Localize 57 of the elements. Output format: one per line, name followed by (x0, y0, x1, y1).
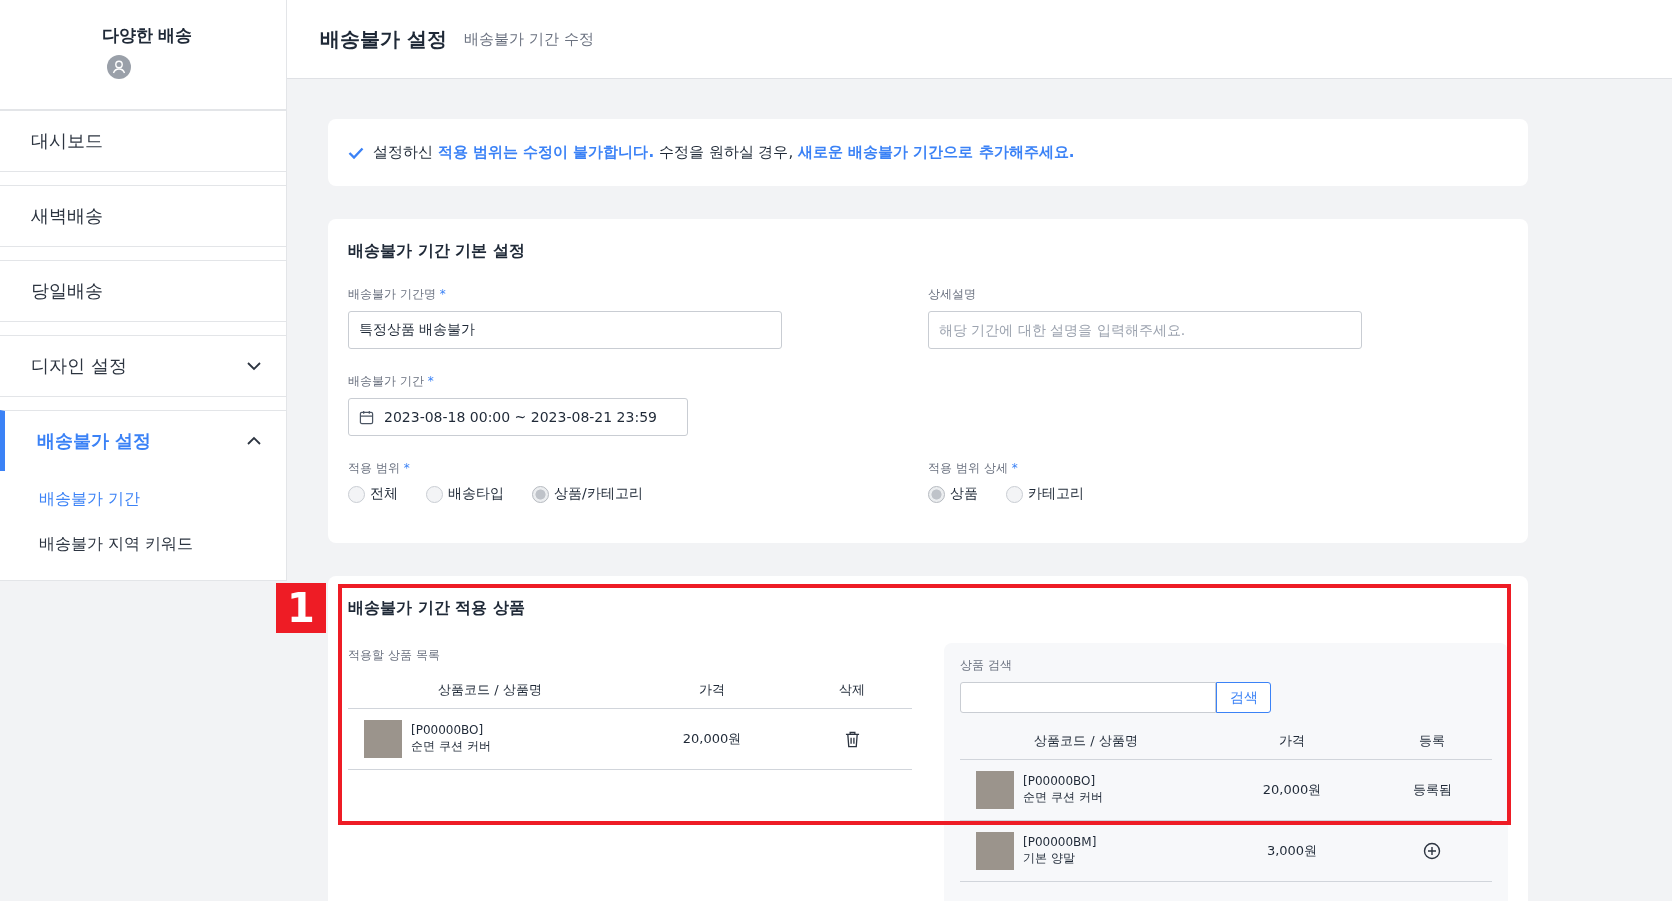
sidebar-item[interactable]: 새벽배송 (0, 185, 286, 247)
photo-placeholder (976, 832, 1014, 870)
price-cell-text: 20,000원 (681, 730, 743, 748)
column-header: 가격 (1278, 732, 1306, 750)
page-subtitle: 배송불가 기간 수정 (463, 29, 594, 49)
radio-option[interactable]: 카테고리 (1006, 485, 1084, 503)
field-label: 적용 범위 상세 * (928, 460, 1019, 477)
section-title: 배송불가 기간 기본 설정 (348, 241, 526, 262)
product-name: 순면 쿠션 커버 (411, 738, 491, 755)
search-input-field[interactable] (960, 682, 1216, 713)
notice-text: 설정하신 적용 범위는 수정이 불가합니다. 수정을 원하실 경우, 새로운 배송불가 기간으로 추가해주세요. (373, 143, 1075, 162)
price-cell-text: 20,000원 (1261, 781, 1323, 799)
sidebar-item[interactable]: 디자인 설정 (0, 335, 286, 397)
sidebar-item[interactable]: 대시보드 (0, 110, 286, 172)
product-name: 순면 쿠션 커버 (1023, 789, 1103, 806)
date-range-field[interactable]: 2023-08-18 00:00 ~ 2023-08-21 23:59 (348, 398, 688, 436)
description-input-field[interactable]: 해당 기간에 대한 설명을 입력해주세요. (928, 311, 1362, 349)
column-header: 가격 (698, 681, 726, 699)
annotation-marker: 1 (276, 583, 326, 633)
column-header: 상품코드 / 상품명 (1033, 732, 1139, 750)
field-label: 적용 범위 * (348, 460, 411, 477)
price-cell-text: 3,000원 (1265, 842, 1319, 860)
search-button[interactable]: 검색 (1216, 682, 1271, 713)
sidebar-item[interactable]: 배송불가 설정 (0, 410, 286, 471)
check-icon (348, 146, 364, 159)
chevron-icon (246, 361, 262, 371)
photo-placeholder (976, 771, 1014, 809)
list-label: 적용할 상품 목록 (348, 647, 441, 664)
radio-option[interactable]: 전체 (348, 485, 398, 503)
brand-name: 다양한 배송 (101, 24, 193, 47)
column-header: 삭제 (838, 681, 866, 699)
trash-icon[interactable] (844, 730, 860, 748)
calendar-icon (359, 409, 374, 425)
product-name: 기본 양말 (1023, 850, 1076, 867)
radio-option[interactable]: 상품 (928, 485, 978, 503)
field-label: 상세설명 (928, 286, 977, 303)
add-icon[interactable] (1423, 842, 1441, 860)
user-avatar-icon[interactable] (107, 55, 131, 79)
registered-status: 등록됨 (1412, 781, 1452, 799)
section-title: 배송불가 기간 적용 상품 (348, 598, 526, 619)
search-label: 상품 검색 (960, 657, 1013, 674)
radio-option[interactable]: 배송타입 (426, 485, 504, 503)
page-title: 배송불가 설정 (320, 25, 447, 53)
product-code: [P00000BM] (1023, 835, 1097, 849)
field-label: 배송불가 기간 * (348, 373, 435, 390)
sidebar-subitem[interactable]: 배송불가 지역 키워드 (0, 522, 286, 567)
sidebar-subitem[interactable]: 배송불가 기간 (0, 477, 286, 522)
field-label: 배송불가 기간명 * (348, 286, 447, 303)
radio-option[interactable]: 상품/카테고리 (532, 485, 643, 503)
column-header: 등록 (1418, 732, 1446, 750)
product-code: [P00000BO] (1023, 774, 1097, 788)
chevron-icon (246, 436, 262, 446)
name-input-field[interactable]: 특정상품 배송불가 (348, 311, 782, 349)
photo-placeholder (364, 720, 402, 758)
product-code: [P00000BO] (411, 723, 485, 737)
sidebar-item[interactable]: 당일배송 (0, 260, 286, 322)
column-header: 상품코드 / 상품명 (437, 681, 543, 699)
